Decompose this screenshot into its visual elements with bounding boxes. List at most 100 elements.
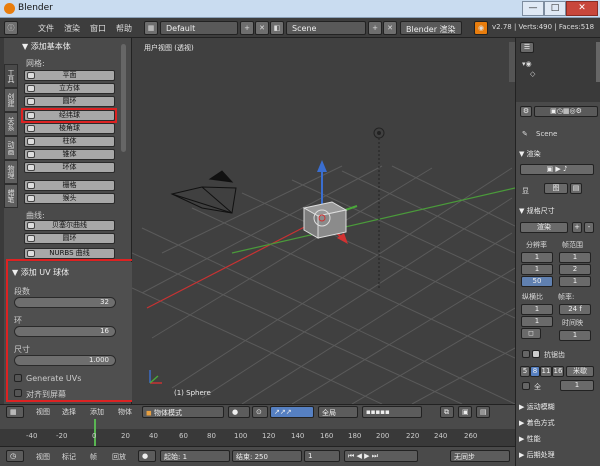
scene-add-icon[interactable]: + — [368, 21, 382, 35]
tab-relations[interactable]: 关系 — [4, 112, 18, 136]
properties-tabs[interactable]: ▣◷▦◎⚙ — [534, 106, 598, 117]
pin-icon[interactable]: ✎ — [522, 130, 528, 138]
add-circle-button[interactable]: 圆环 — [24, 96, 115, 107]
tab-tools[interactable]: 工具 — [4, 64, 18, 88]
shading-dropdown[interactable]: ● — [228, 406, 250, 418]
add-bezier-button[interactable]: 贝塞尔曲线 — [24, 220, 115, 231]
frame-step-field[interactable]: 1 — [559, 276, 591, 287]
framerate-dropdown[interactable]: 24 f — [559, 304, 591, 315]
camera-object[interactable] — [170, 170, 237, 214]
aspect-y-field[interactable]: 1 — [521, 316, 553, 327]
resolution-x-field[interactable]: 1 — [521, 252, 553, 263]
segments-field[interactable]: 32 — [14, 297, 116, 308]
layout-icon[interactable]: ▦ — [144, 21, 158, 35]
manipulator-toggle[interactable]: ↗↗↗ — [270, 406, 314, 418]
performance-panel[interactable]: ▶ 性能 — [519, 434, 541, 444]
minimize-button[interactable]: — — [522, 1, 544, 16]
resolution-y-field[interactable]: 1 — [521, 264, 553, 275]
align-view-checkbox[interactable] — [14, 389, 22, 397]
outliner-editor-icon[interactable]: ☰ — [520, 42, 534, 53]
timeline-ruler[interactable] — [0, 419, 515, 429]
sync-dropdown[interactable]: 无同步 — [450, 450, 510, 462]
dimensions-panel-header[interactable]: ▼ 规格尺寸 — [519, 206, 555, 216]
tab-create[interactable]: 创建 — [4, 88, 18, 112]
border-toggle[interactable]: ◻ — [521, 328, 541, 339]
menu-add[interactable]: 添加 — [90, 407, 104, 417]
snap-icon[interactable]: ⧉ — [440, 406, 454, 418]
layout-add-icon[interactable]: + — [240, 21, 254, 35]
render-icon[interactable]: ▣ — [458, 406, 472, 418]
menu-render[interactable]: 渲染 — [64, 23, 80, 34]
add-curve-circle-button[interactable]: 圆环 — [24, 233, 115, 244]
menu-file[interactable]: 文件 — [38, 23, 54, 34]
menu-view[interactable]: 视图 — [36, 407, 50, 417]
tab-physics[interactable]: 物理 — [4, 160, 18, 184]
playback-controls[interactable]: ⏮ ◀ ▶ ⏭ — [344, 450, 418, 462]
post-processing-panel[interactable]: ▶ 后期处理 — [519, 450, 555, 460]
aa-checkbox[interactable] — [532, 350, 540, 358]
motion-blur-panel[interactable]: ▶ 运动模糊 — [519, 402, 555, 412]
timeline-menu-playback[interactable]: 回放 — [112, 452, 126, 462]
tool-shelf-scrollbar[interactable] — [121, 44, 126, 152]
tab-animation[interactable]: 动画 — [4, 136, 18, 160]
tab-grease-pencil[interactable]: 蜡笔 — [4, 184, 18, 208]
preset-remove-button[interactable]: - — [584, 222, 594, 233]
layout-dropdown[interactable]: Default — [160, 21, 238, 35]
aa-filter-dropdown[interactable]: 米歇 — [566, 366, 594, 377]
maximize-button[interactable]: □ — [544, 1, 566, 16]
close-button[interactable]: ✕ — [566, 1, 598, 16]
display-opt-icon[interactable]: ▤ — [570, 183, 582, 194]
add-nurbs-button[interactable]: NURBS 曲线 — [24, 248, 115, 259]
properties-editor-icon[interactable]: ⚙ — [520, 106, 532, 117]
size-field[interactable]: 1.000 — [14, 355, 116, 366]
add-ico-sphere-button[interactable]: 棱角球 — [24, 123, 115, 134]
outliner[interactable]: ☰ ▾◉ ◇ — [515, 38, 600, 102]
cube-object[interactable] — [302, 201, 348, 239]
expand-aa-icon[interactable] — [522, 350, 530, 358]
layout-remove-icon[interactable]: ✕ — [255, 21, 269, 35]
shading-panel[interactable]: ▶ 着色方式 — [519, 418, 555, 428]
aspect-x-field[interactable]: 1 — [521, 304, 553, 315]
timeline-menu-frame[interactable]: 帧 — [90, 452, 97, 462]
timeline-editor-icon[interactable]: ◷ — [6, 450, 24, 462]
timeline-menu-marker[interactable]: 标记 — [62, 452, 76, 462]
menu-object[interactable]: 物体 — [118, 407, 132, 417]
aa-samples-11[interactable]: 11 — [540, 366, 552, 377]
scene-remove-icon[interactable]: ✕ — [383, 21, 397, 35]
timeline-menu-view[interactable]: 视图 — [36, 452, 50, 462]
render-panel-header[interactable]: ▼ 渲染 — [519, 149, 541, 159]
frame-end-field[interactable]: 2 — [559, 264, 591, 275]
filter-size-field[interactable]: 1 — [560, 380, 594, 391]
scene-dropdown[interactable]: Scene — [286, 21, 366, 35]
menu-help[interactable]: 帮助 — [116, 23, 132, 34]
add-cylinder-button[interactable]: 柱体 — [24, 136, 115, 147]
render-preset-dropdown[interactable]: 渲染 — [520, 222, 568, 233]
aa-samples-5[interactable]: 5 — [520, 366, 530, 377]
rings-field[interactable]: 16 — [14, 326, 116, 337]
layers-grid[interactable]: ▪▪▪▪▪ — [362, 406, 422, 418]
lamp-object[interactable] — [373, 127, 385, 288]
3d-viewport[interactable] — [132, 38, 515, 404]
editor-type-icon[interactable]: ⓘ — [4, 21, 18, 35]
operator-title[interactable]: ▼ 添加 UV 球体 — [12, 267, 69, 278]
add-primitive-header[interactable]: ▼ 添加基本体 — [22, 41, 71, 52]
menu-window[interactable]: 窗口 — [90, 23, 106, 34]
editor-type-icon[interactable]: ▦ — [6, 406, 24, 418]
end-frame-field[interactable]: 结束: 250 — [232, 450, 302, 462]
add-torus-button[interactable]: 环体 — [24, 162, 115, 173]
aa-samples-8[interactable]: 8 — [530, 366, 540, 377]
render-engine-dropdown[interactable]: Blender 渲染 — [400, 21, 462, 35]
mode-dropdown[interactable]: ◼ 物体模式 — [142, 406, 224, 418]
preset-add-button[interactable]: + — [572, 222, 582, 233]
add-cube-button[interactable]: 立方体 — [24, 83, 115, 94]
resolution-percent-slider[interactable]: 50 — [521, 276, 553, 287]
add-cone-button[interactable]: 锥体 — [24, 149, 115, 160]
orientation-dropdown[interactable]: 全局 — [318, 406, 358, 418]
add-plane-button[interactable]: 平面 — [24, 70, 115, 81]
scene-icon[interactable]: ◧ — [270, 21, 284, 35]
start-frame-field[interactable]: 起始: 1 — [160, 450, 230, 462]
aa-samples-16[interactable]: 16 — [552, 366, 564, 377]
full-sample-checkbox[interactable] — [522, 382, 530, 390]
add-monkey-button[interactable]: 猴头 — [24, 193, 115, 204]
frame-start-field[interactable]: 1 — [559, 252, 591, 263]
